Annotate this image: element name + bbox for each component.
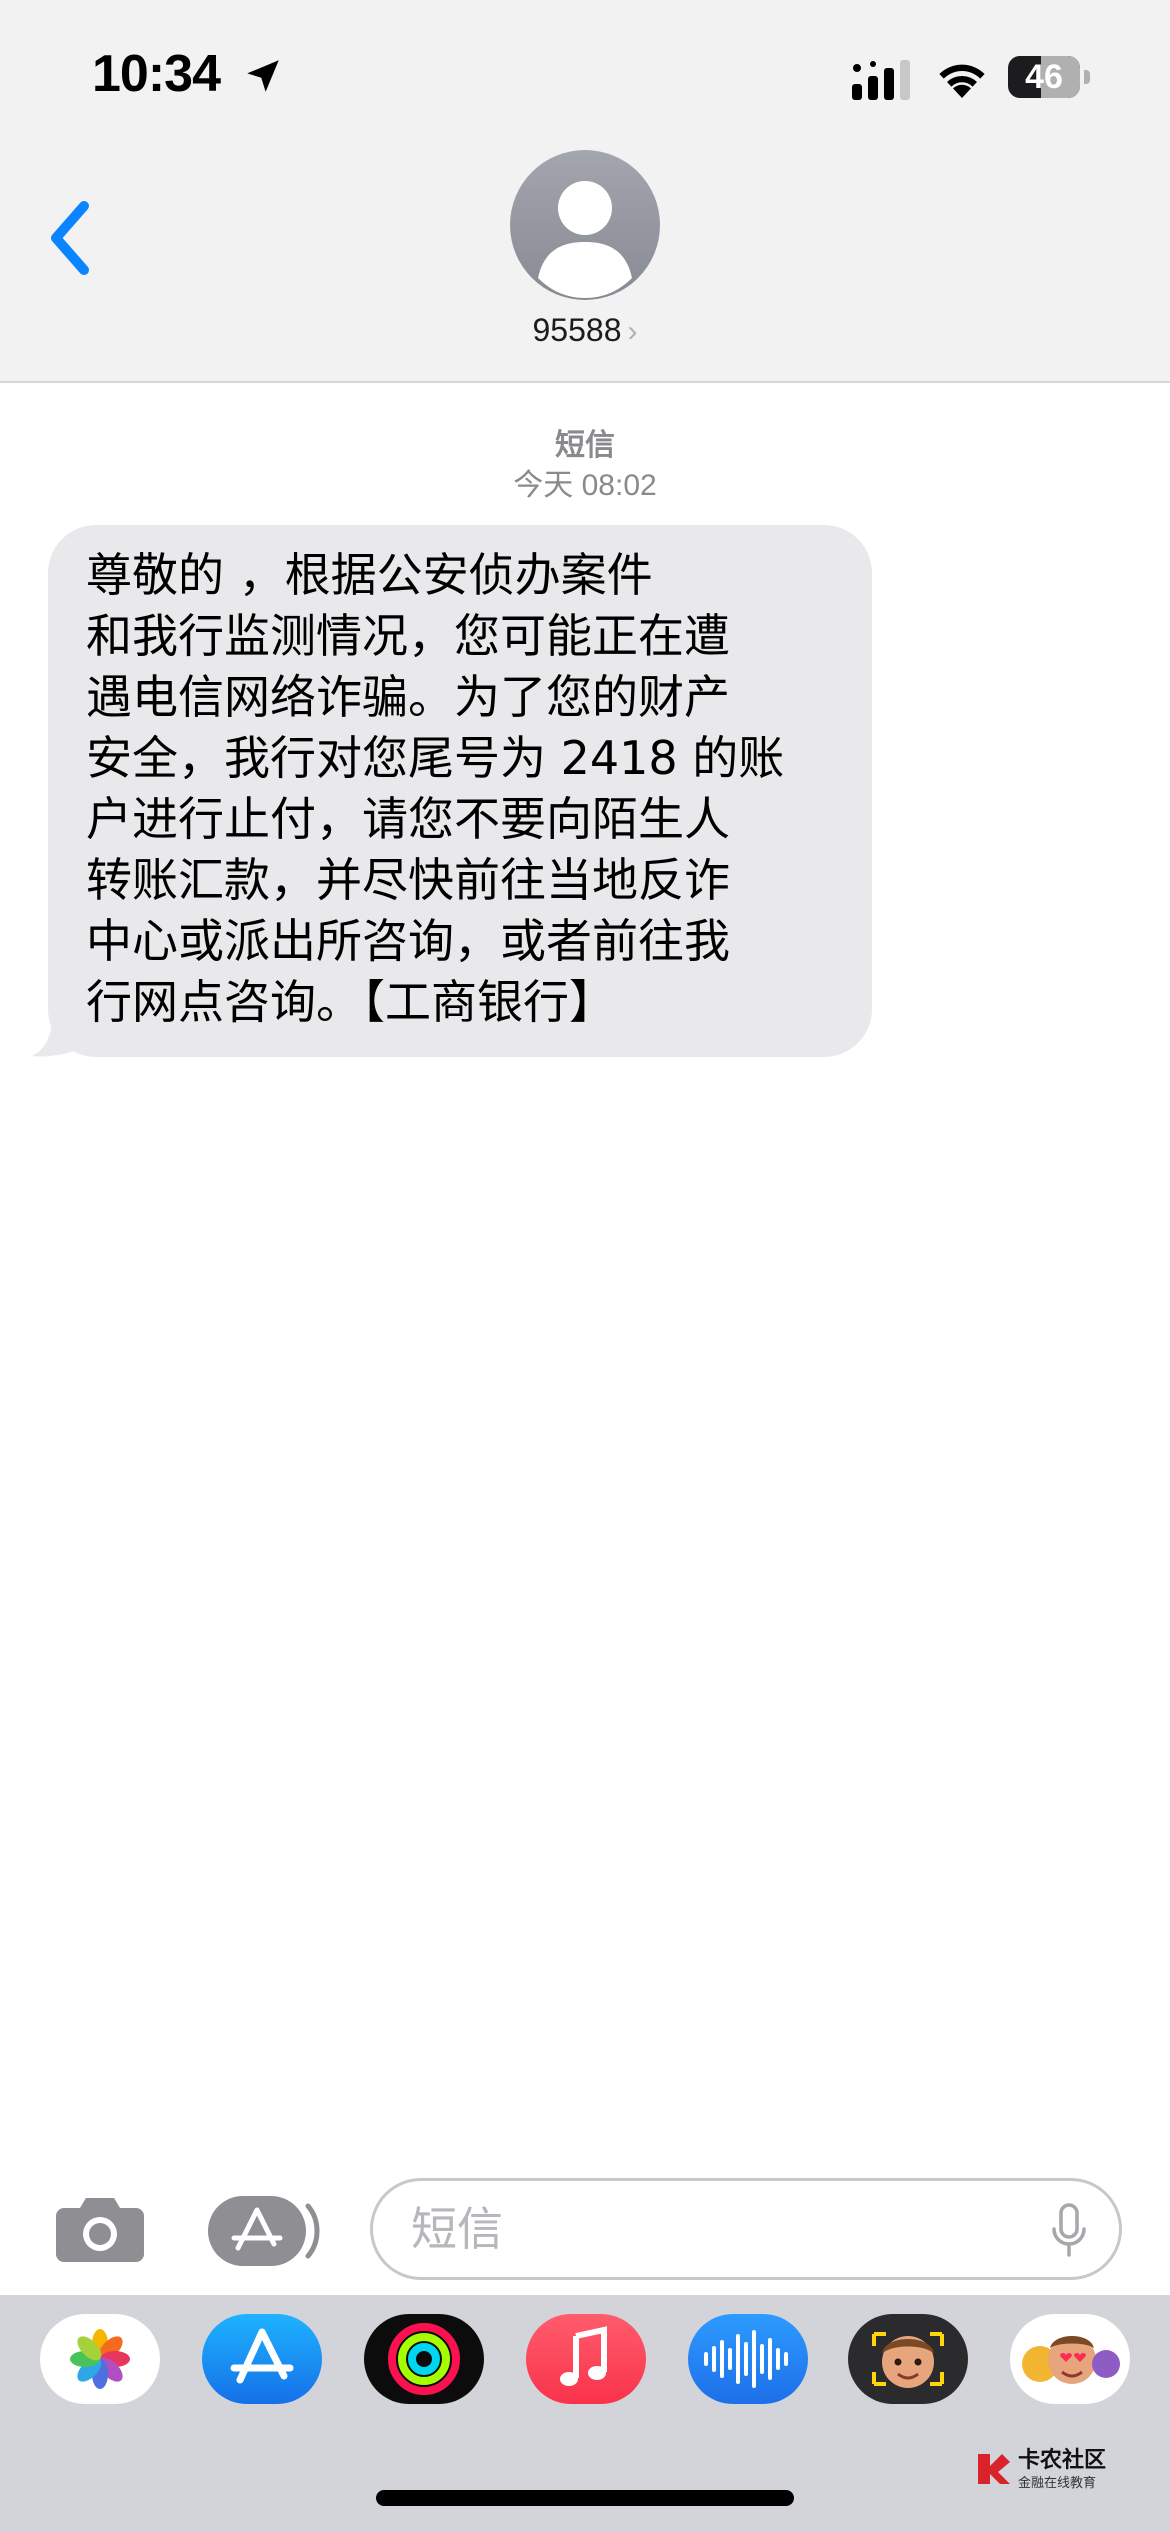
fitness-icon[interactable] bbox=[364, 2314, 484, 2404]
status-time: 10:34 bbox=[92, 45, 221, 103]
home-indicator[interactable] bbox=[376, 2490, 794, 2506]
battery-level: 46 bbox=[1025, 58, 1063, 96]
app-store-icon[interactable] bbox=[208, 2196, 320, 2266]
battery-cap bbox=[1084, 70, 1090, 84]
watermark-title: 卡农社区 bbox=[1018, 2447, 1107, 2472]
animoji-stickers-icon[interactable] bbox=[1010, 2314, 1130, 2404]
person-silhouette-icon bbox=[538, 181, 632, 298]
service-label: 短信 bbox=[555, 429, 615, 462]
message-bubble[interactable]: 尊敬的 ，根据公安侦办案件 和我行监测情况，您可能正在遭 遇电信网络诈骗。为了您… bbox=[48, 525, 872, 1057]
wifi-icon bbox=[939, 64, 985, 98]
contact-avatar[interactable] bbox=[510, 150, 660, 300]
photos-icon[interactable] bbox=[40, 2314, 160, 2404]
memoji-icon[interactable] bbox=[848, 2314, 968, 2404]
chevron-right-icon: › bbox=[627, 315, 638, 348]
cellular-signal-icon bbox=[852, 60, 910, 100]
contact-name-button[interactable]: 95588 › bbox=[0, 312, 1170, 349]
camera-icon[interactable] bbox=[54, 2190, 146, 2264]
message-input-placeholder: 短信 bbox=[411, 2203, 503, 2255]
contact-name: 95588 bbox=[532, 312, 622, 348]
watermark-logo-icon bbox=[978, 2454, 1010, 2484]
conversation-header: 10:34 46 95588 › bbox=[0, 0, 1170, 383]
message-timestamp: 今天 08:02 bbox=[513, 469, 657, 502]
location-arrow-icon bbox=[247, 60, 279, 92]
voice-memo-icon[interactable] bbox=[688, 2314, 808, 2404]
watermark-subtitle: 金融在线教育 bbox=[1018, 2475, 1097, 2490]
battery-icon: 46 bbox=[1008, 56, 1080, 98]
chevron-left-icon[interactable] bbox=[40, 198, 100, 278]
microphone-icon[interactable] bbox=[1049, 2203, 1089, 2259]
music-icon[interactable] bbox=[526, 2314, 646, 2404]
app-store-icon[interactable] bbox=[202, 2314, 322, 2404]
watermark: 卡农社区 金融在线教育 bbox=[972, 2442, 1162, 2502]
message-input[interactable]: 短信 bbox=[370, 2178, 1122, 2280]
message-text: 尊敬的 ，根据公安侦办案件 和我行监测情况，您可能正在遭 遇电信网络诈骗。为了您… bbox=[86, 548, 785, 1029]
